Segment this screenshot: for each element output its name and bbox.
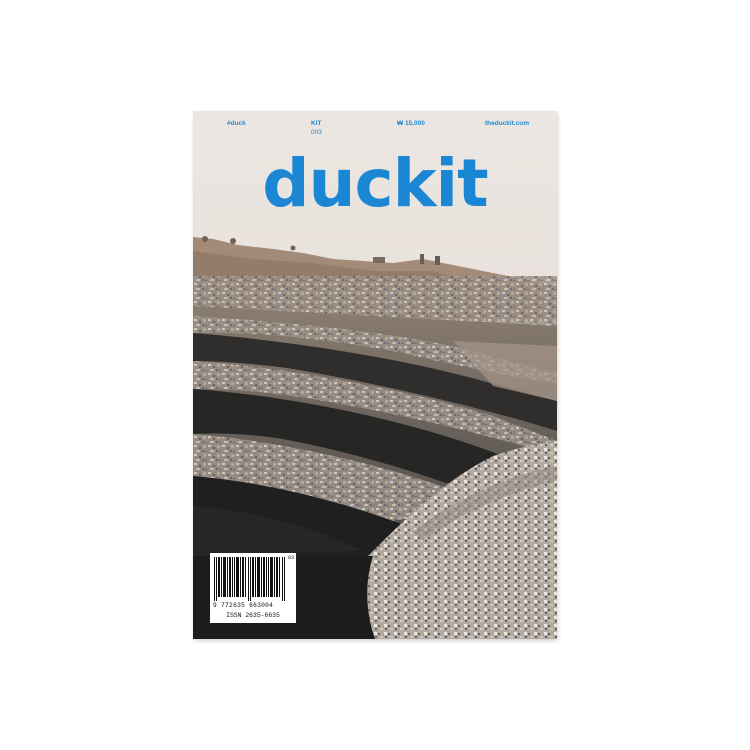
issue-label: KIT <box>311 120 322 127</box>
barcode-bars <box>214 557 285 601</box>
website-label: theduckit.com <box>485 120 530 127</box>
hashtag-label: #duck <box>227 120 246 127</box>
price-label: ₩ 15,000 <box>397 120 425 127</box>
magazine-cover: #duck KIT 003 ₩ 15,000 theduckit.com duc… <box>193 111 557 639</box>
barcode-digits: 9 772635 663004 <box>213 602 274 609</box>
barcode-panel: 03 9 772635 663004 ISSN 2635-6635 <box>210 553 296 623</box>
page: #duck KIT 003 ₩ 15,000 theduckit.com duc… <box>0 0 750 750</box>
cover-top-info: #duck KIT 003 ₩ 15,000 theduckit.com <box>193 120 557 140</box>
barcode-issue-code: 03 <box>287 555 294 561</box>
issue-number: 003 <box>311 129 322 136</box>
issn-label: ISSN 2635-6635 <box>226 612 280 619</box>
masthead-title: duckit <box>262 145 488 222</box>
